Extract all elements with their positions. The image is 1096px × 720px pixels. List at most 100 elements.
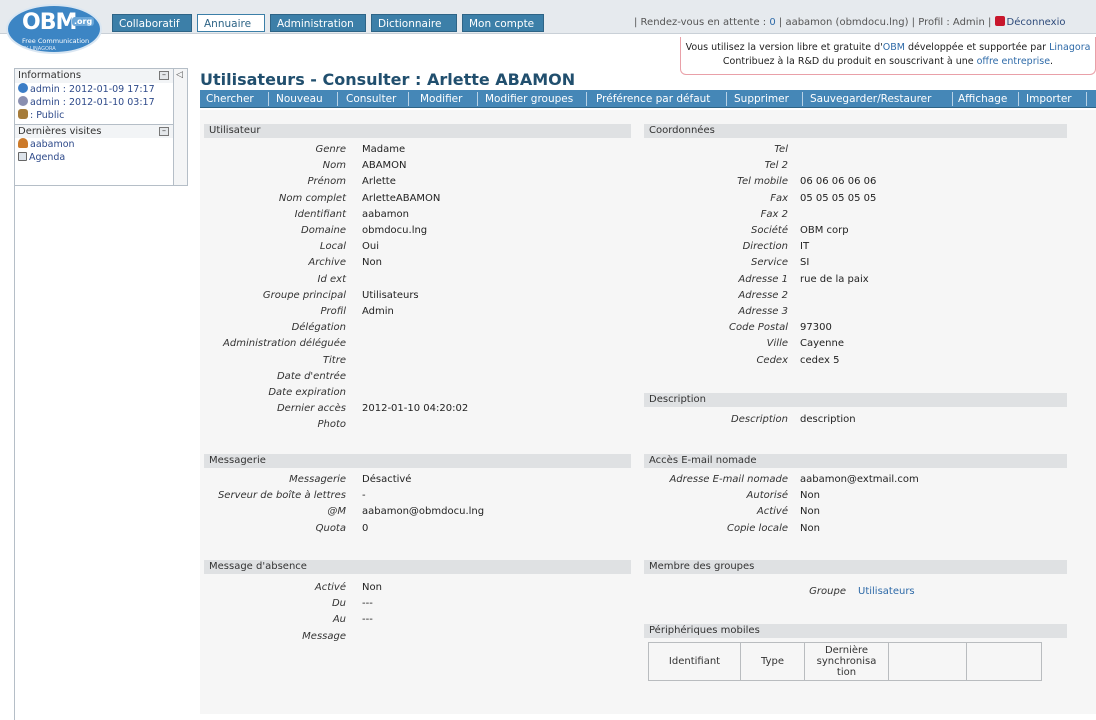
field-value: Désactivé — [362, 474, 412, 485]
toolbar-divider — [952, 92, 953, 106]
logo-org: .org — [72, 17, 95, 26]
field-label: Direction — [742, 241, 788, 253]
action-preference-defaut[interactable]: Préférence par défaut — [596, 90, 710, 108]
field-value: aabamon@obmdocu.lng — [362, 506, 485, 518]
action-modifier-groupes[interactable]: Modifier groupes — [485, 90, 573, 108]
visit-link-agenda[interactable]: Agenda — [29, 152, 65, 163]
action-consulter[interactable]: Consulter — [346, 90, 396, 108]
logout-link[interactable]: Déconnexio — [1007, 17, 1066, 28]
obm-logo[interactable]: OBM .org Free Communication BY LINAGORA — [6, 4, 102, 54]
field-value: aabamon@extmail.com — [800, 474, 919, 485]
sidebar-collapse-handle[interactable]: ◁ — [173, 69, 187, 185]
field-value: aabamon — [362, 208, 409, 220]
nav-mon-compte[interactable]: Mon compte — [462, 14, 544, 32]
field-label: Titre — [322, 354, 346, 366]
group-link-utilisateurs[interactable]: Utilisateurs — [858, 586, 915, 597]
field-label: Nom complet — [278, 192, 346, 204]
top-navigation-bar: Collaboratif Annuaire Administration Dic… — [0, 0, 1096, 34]
nav-administration[interactable]: Administration — [270, 14, 366, 32]
toolbar-divider — [268, 92, 269, 106]
field-label-groupe: Groupe — [809, 586, 846, 597]
visit-item[interactable]: Agenda — [15, 151, 187, 164]
minimize-icon[interactable]: – — [159, 71, 169, 80]
info-banner: Vous utilisez la version libre et gratui… — [680, 37, 1096, 75]
field-value: --- — [362, 614, 373, 626]
field-value: Non — [800, 506, 820, 518]
field-value: OBM corp — [800, 225, 849, 236]
field-value: ABAMON — [362, 160, 407, 172]
clock-icon — [18, 83, 28, 93]
action-sauvegarder-restaurer[interactable]: Sauvegarder/Restaurer — [810, 90, 931, 108]
rdv-count[interactable]: 0 — [769, 17, 775, 28]
banner-obm-link[interactable]: OBM — [883, 42, 905, 53]
field-label: Profil — [320, 306, 347, 317]
field-value: Arlette — [362, 176, 396, 188]
toolbar-divider — [477, 92, 478, 106]
field-value: Cayenne — [800, 338, 845, 350]
section-membre-groupes: Membre des groupes — [644, 560, 1067, 574]
table-header-type: Type — [741, 643, 805, 680]
banner-text: développée et supportée par — [904, 42, 1050, 53]
action-supprimer[interactable]: Supprimer — [734, 90, 789, 108]
logout-icon[interactable] — [994, 16, 1005, 26]
action-affichage[interactable]: Affichage — [958, 90, 1007, 108]
field-value: obmdocu.lng — [362, 225, 428, 236]
field-label: Du — [331, 598, 346, 610]
toolbar-divider — [1086, 92, 1087, 106]
field-label: Prénom — [307, 176, 347, 188]
field-value: ArletteABAMON — [362, 192, 441, 204]
field-value: Non — [362, 582, 382, 593]
field-value: 0 — [362, 522, 369, 534]
field-label: Serveur de boîte à lettres — [217, 490, 346, 502]
field-label: Au — [332, 614, 346, 626]
info-row: : Public — [15, 109, 187, 122]
action-importer[interactable]: Importer — [1026, 90, 1072, 108]
field-label: Message — [302, 630, 346, 642]
field-label: Code Postal — [729, 322, 788, 334]
nav-annuaire[interactable]: Annuaire — [197, 14, 265, 32]
field-value: 06 06 06 06 06 — [800, 176, 877, 188]
banner-text: Vous utilisez la version libre et gratui… — [685, 42, 883, 53]
field-value: --- — [362, 598, 373, 610]
collapse-arrow-icon[interactable]: ◁ — [176, 70, 183, 80]
sidebar-divider — [14, 186, 15, 720]
field-label: Fax 2 — [760, 208, 788, 220]
field-label: Identifiant — [294, 208, 346, 220]
field-label: Adresse 1 — [738, 273, 788, 285]
visit-link-aabamon[interactable]: aabamon — [30, 139, 75, 150]
table-header-empty — [889, 643, 967, 680]
field-label: Tel 2 — [764, 160, 788, 172]
logo-by: BY LINAGORA — [22, 46, 56, 52]
main-content: Utilisateur Genre Madame Nom ABAMON Prénom Ar… — [200, 110, 1096, 714]
banner-linagora-link[interactable]: Linagora — [1049, 42, 1090, 53]
visit-item[interactable]: aabamon — [15, 138, 187, 151]
toolbar-divider — [726, 92, 727, 106]
banner-text: . — [1050, 56, 1054, 67]
page-title: Utilisateurs - Consulter : Arlette ABAMO… — [200, 70, 576, 89]
field-label: Cedex — [756, 354, 788, 366]
action-chercher[interactable]: Chercher — [206, 90, 254, 108]
toolbar-divider — [408, 92, 409, 106]
rdv-label: | Rendez-vous en attente : — [634, 17, 767, 28]
field-label: Date expiration — [268, 387, 346, 398]
minimize-icon[interactable]: – — [159, 127, 169, 136]
action-toolbar: Chercher Nouveau Consulter Modifier Modi… — [200, 90, 1096, 108]
section-peripheriques-mobiles: Périphériques mobiles — [644, 624, 1067, 638]
action-nouveau[interactable]: Nouveau — [276, 90, 323, 108]
field-label: Copie locale — [726, 522, 788, 534]
visits-box-title: Dernières visites — [18, 126, 102, 137]
field-label: Tel — [774, 144, 788, 155]
calendar-icon — [18, 152, 27, 161]
field-label: Adresse E-mail nomade — [669, 474, 788, 485]
action-modifier[interactable]: Modifier — [420, 90, 462, 108]
nav-collaboratif[interactable]: Collaboratif — [112, 14, 192, 32]
banner-offer-link[interactable]: offre entreprise — [977, 56, 1050, 67]
field-value: Non — [362, 257, 382, 269]
field-value: Admin — [362, 306, 394, 317]
field-value: Madame — [362, 144, 406, 155]
section-description: Description — [644, 393, 1067, 407]
visits-box-header: Dernières visites – — [15, 124, 187, 138]
nav-dictionnaire[interactable]: Dictionnaire — [371, 14, 457, 32]
field-value: 05 05 05 05 05 — [800, 192, 877, 204]
field-label: Service — [751, 257, 788, 269]
